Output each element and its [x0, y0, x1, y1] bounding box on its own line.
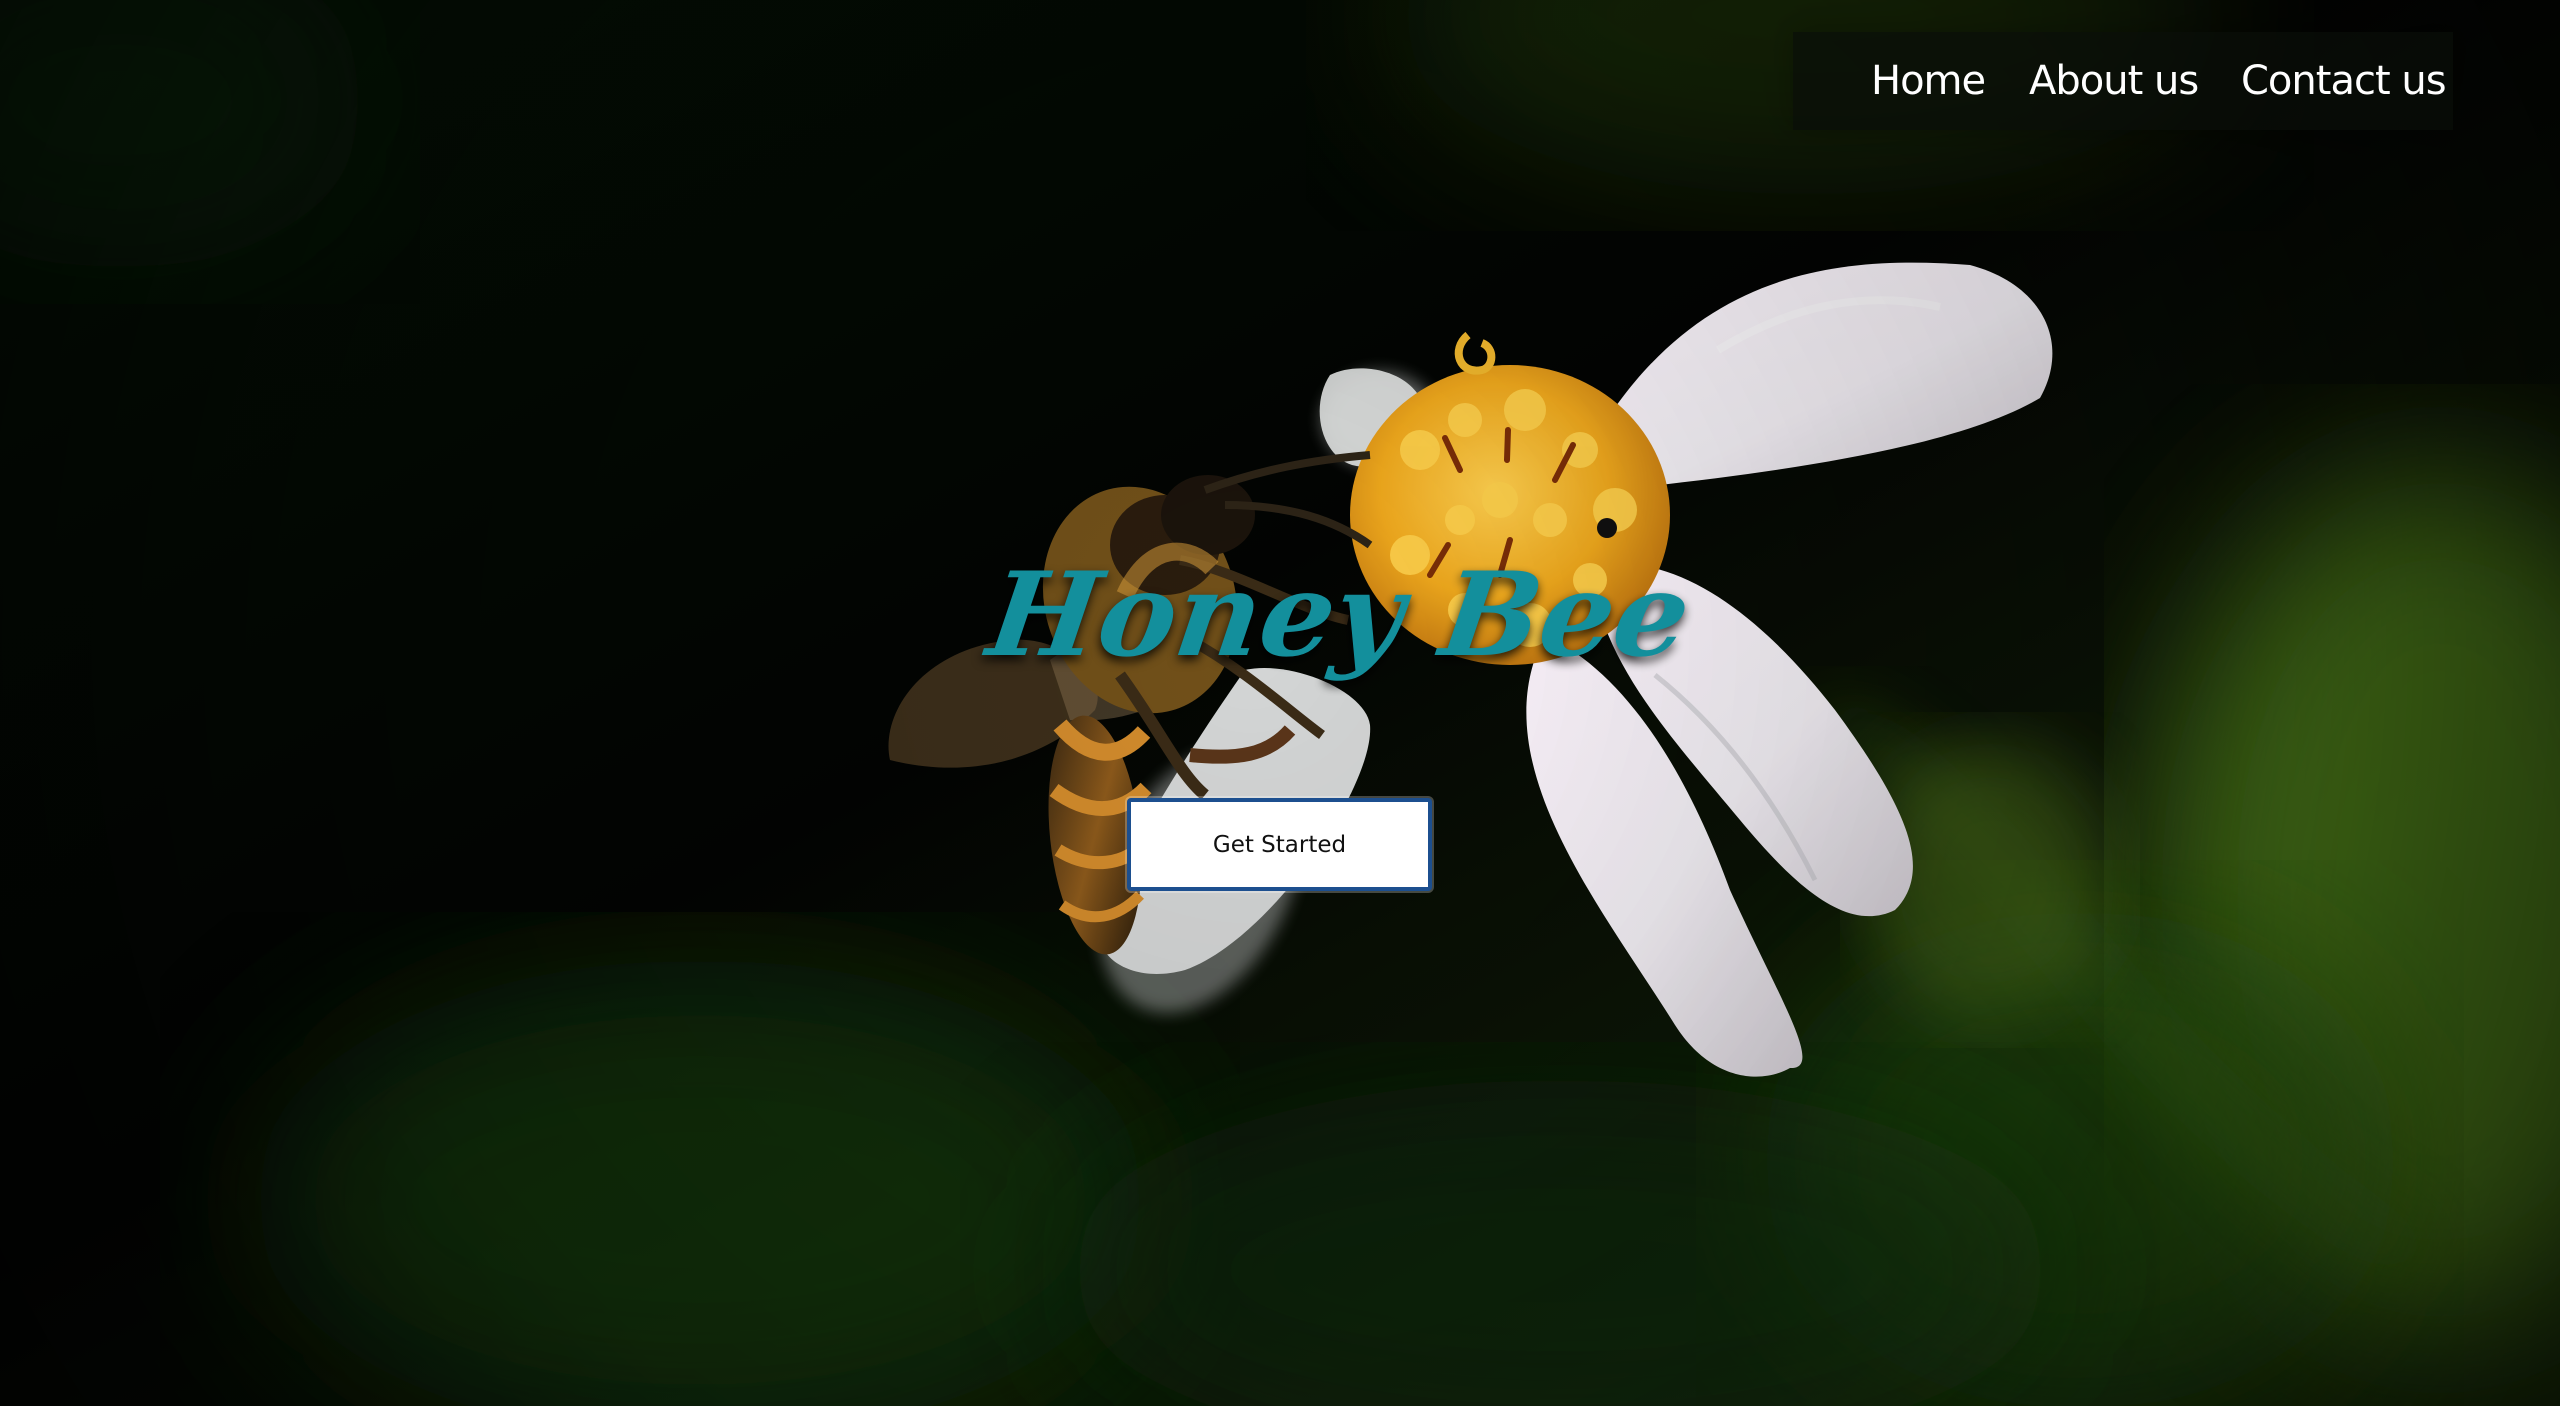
get-started-button[interactable]: Get Started — [1127, 798, 1432, 891]
hero-section — [0, 0, 2560, 1406]
hero-title: Honey Bee — [980, 547, 1699, 683]
nav-home-link[interactable]: Home — [1871, 32, 1986, 130]
bee-flower-background-image — [0, 0, 2560, 1406]
nav-about-us-link[interactable]: About us — [2029, 32, 2199, 130]
top-navigation: Home About us Contact us — [1793, 32, 2453, 130]
nav-contact-us-link[interactable]: Contact us — [2241, 32, 2447, 130]
